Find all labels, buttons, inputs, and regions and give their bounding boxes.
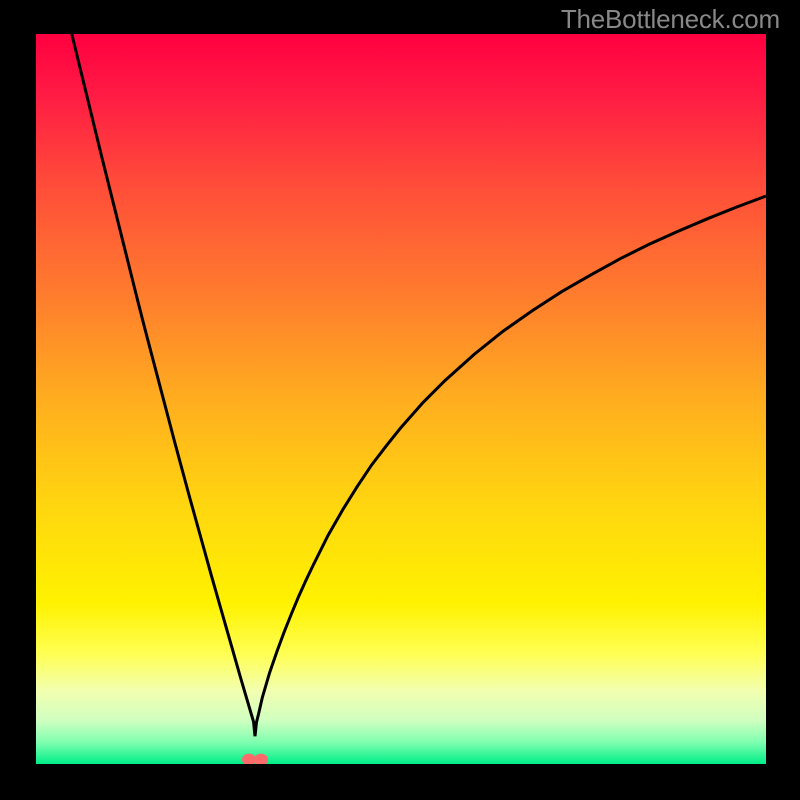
chart-frame: TheBottleneck.com: [0, 0, 800, 800]
bottleneck-chart: [36, 34, 766, 764]
gradient-background: [36, 34, 766, 764]
plot-area: [36, 34, 766, 764]
watermark-text: TheBottleneck.com: [561, 4, 780, 35]
